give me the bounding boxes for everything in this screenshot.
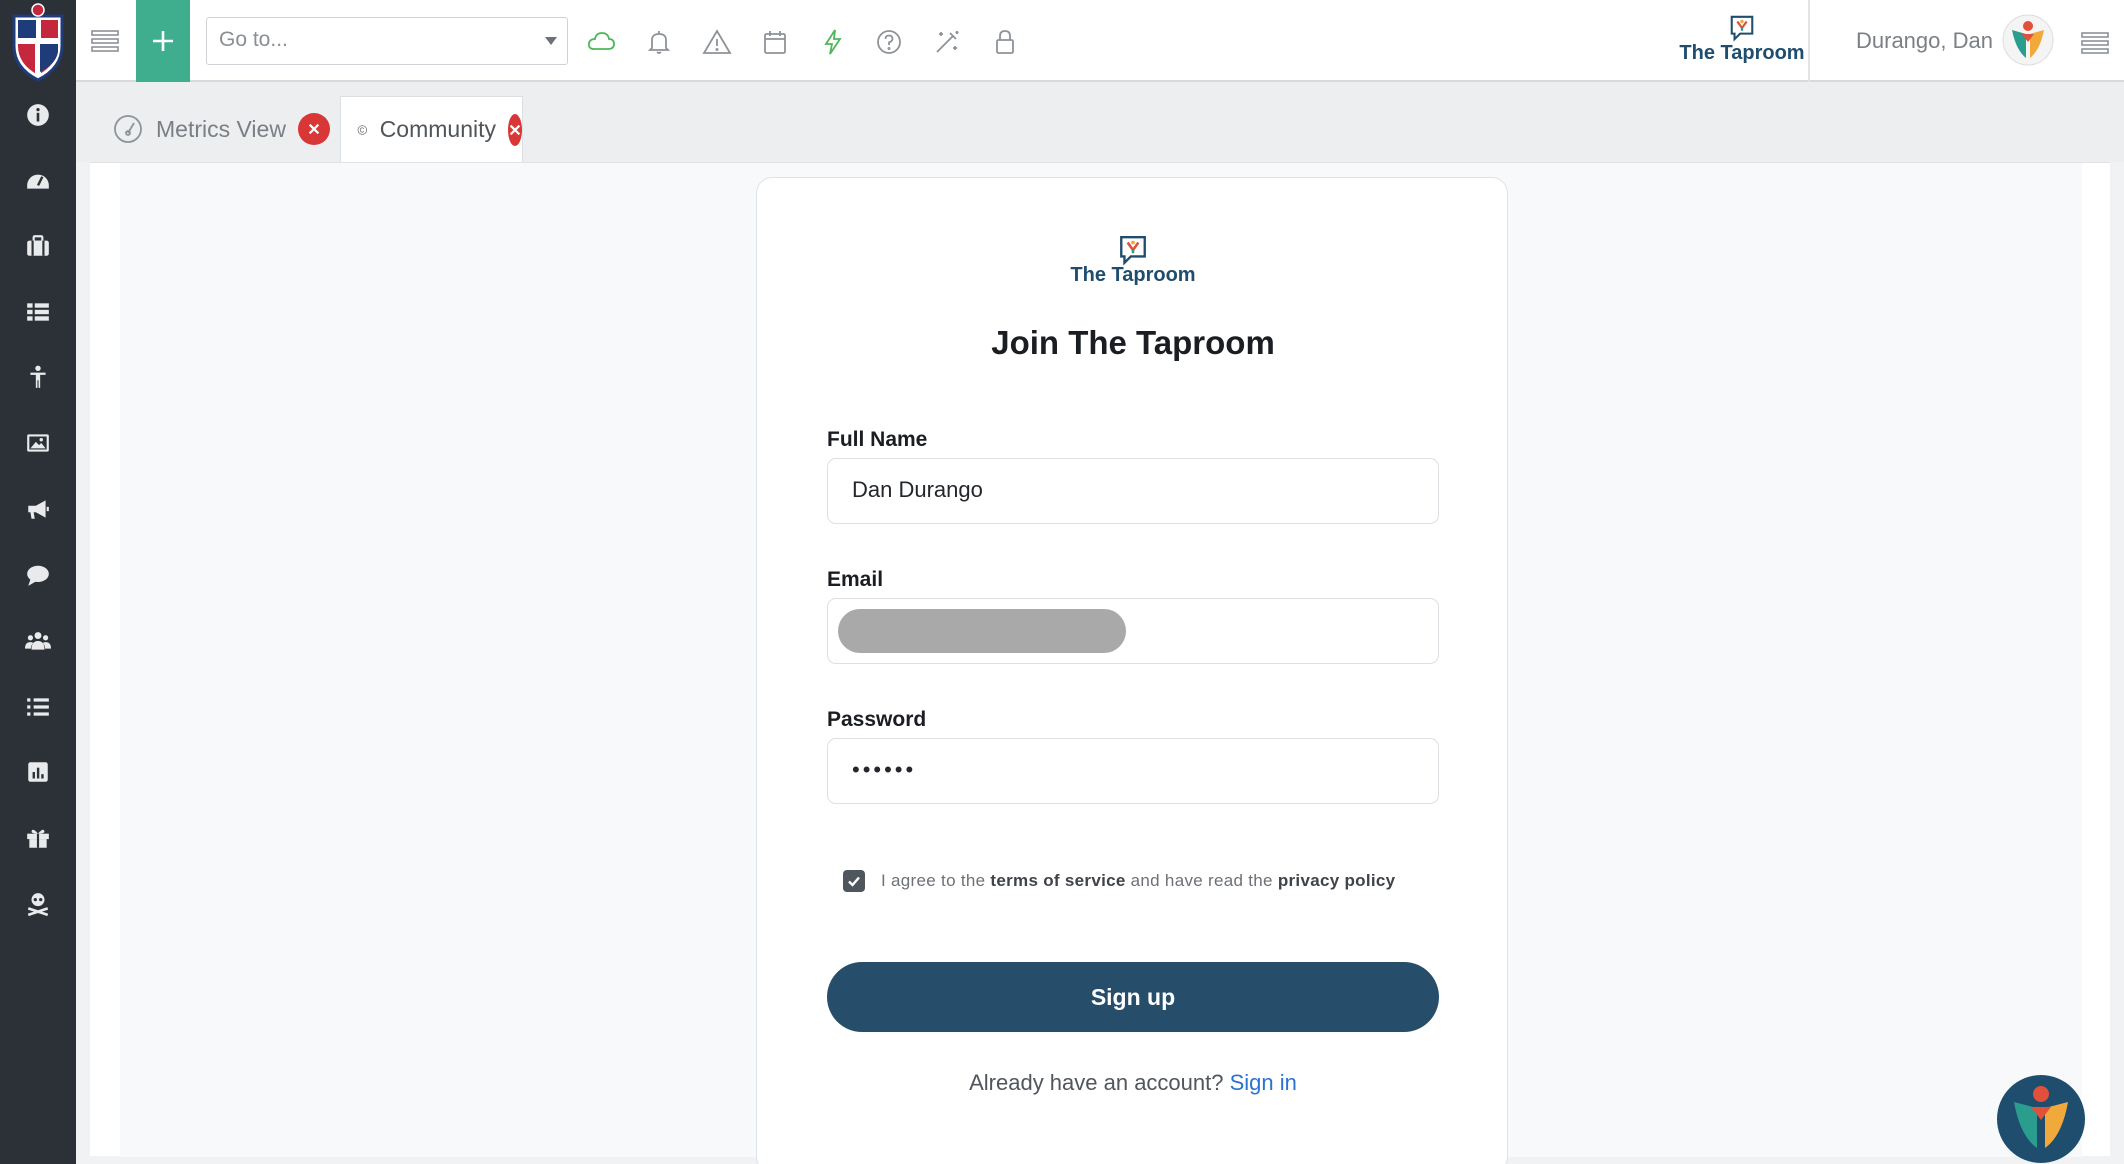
password-input[interactable] [852,739,1432,801]
tab-label: Community [379,116,496,142]
menu-icon[interactable] [90,26,120,56]
password-label: Password [827,708,927,731]
taproom-logo-icon [1730,15,1754,42]
cloud-icon [587,32,615,50]
chat-icon [27,565,49,586]
copyright-icon [357,124,367,135]
taproom-logo-icon [1120,236,1146,266]
skull-icon [27,893,49,917]
brand-logo-top[interactable]: The Taproom [1672,14,1812,70]
close-icon [509,124,521,135]
bar-chart-icon [28,762,48,782]
sign-up-button[interactable]: Sign up [827,962,1439,1032]
close-icon [308,123,320,135]
full-name-label: Full Name [827,428,928,451]
lightning-icon [824,29,842,55]
content-area: The Taproom Join The Taproom Full Name E… [90,162,2110,1164]
full-name-field[interactable] [827,458,1439,524]
add-button[interactable] [136,0,190,82]
megaphone-icon [28,500,49,519]
sidebar-item-danger[interactable] [0,879,76,929]
plus-icon [153,31,173,51]
sidebar-item-reports[interactable] [0,747,76,797]
sidebar-item-chat[interactable] [0,550,76,600]
calendar-button[interactable] [758,26,792,58]
help-icon [877,30,901,54]
calendar-icon [764,31,786,54]
checklist-icon [27,698,49,716]
person-icon [30,365,46,388]
sidebar-item-announcements[interactable] [0,484,76,534]
sidebar-item-info[interactable] [0,90,76,140]
floating-chat-avatar[interactable] [1996,1074,2086,1164]
sidebar-item-briefcase[interactable] [0,221,76,271]
alerts-button[interactable] [700,26,734,58]
terms-agreement: I agree to the terms of service and have… [843,870,1395,892]
lock-button[interactable] [988,26,1022,58]
sidebar-item-images[interactable] [0,418,76,468]
decorative-arc [676,82,1476,162]
sidebar-item-rewards[interactable] [0,813,76,863]
agree-prefix: I agree to the [881,871,991,890]
password-field[interactable] [827,738,1439,804]
terms-link[interactable]: terms of service [990,871,1125,890]
briefcase-icon [27,235,49,256]
gauge-icon [114,115,142,143]
sidebar-item-list-view[interactable] [0,287,76,337]
page-title: Join The Taproom [991,324,1275,361]
tab-label: Metrics View [156,115,286,142]
tab-community[interactable]: Community [340,96,523,162]
user-name[interactable]: Durango, Dan [1856,28,1993,54]
signup-card: The Taproom Join The Taproom Full Name E… [756,177,1508,1164]
top-bar-divider [1808,0,1810,82]
dashboard-icon [27,174,49,189]
close-tab-button[interactable] [297,113,330,145]
close-tab-button[interactable] [508,113,522,146]
already-text: Already have an account? [969,1070,1224,1095]
brand-name: The Taproom [1679,42,1805,64]
avatar[interactable] [2002,14,2054,66]
community-page: The Taproom Join The Taproom Full Name E… [120,163,2082,1164]
agree-middle: and have read the [1125,871,1278,890]
email-label: Email [827,568,884,591]
tab-bar: Metrics View Community [76,82,2124,162]
goto-search[interactable] [206,17,568,65]
checkmark-icon [848,876,860,887]
menu-icon[interactable] [2080,28,2110,58]
redacted-email [838,609,1126,653]
email-field[interactable] [827,598,1439,664]
sign-in-link[interactable]: Sign in [1230,1070,1297,1095]
gift-icon [27,829,49,848]
activity-button[interactable] [816,26,850,58]
goto-input[interactable] [219,18,519,62]
agree-text: I agree to the terms of service and have… [881,871,1395,891]
top-bar: The Taproom Durango, Dan [76,0,2124,82]
left-sidebar [0,0,76,1164]
group-icon [25,632,51,650]
sign-in-prompt: Already have an account? Sign in [757,1070,1509,1096]
list-view-icon [27,303,49,321]
brand-name: The Taproom [1070,264,1196,286]
agree-checkbox[interactable] [843,870,865,892]
bell-icon [647,31,671,54]
tab-metrics-view[interactable]: Metrics View [76,96,340,162]
school-crest-logo[interactable] [8,2,68,82]
cloud-button[interactable] [584,26,618,58]
sidebar-item-dashboard[interactable] [0,155,76,205]
sidebar-item-checklist[interactable] [0,682,76,732]
full-name-input[interactable] [852,459,1432,521]
lock-icon [996,30,1014,54]
help-button[interactable] [872,26,906,58]
sidebar-item-groups[interactable] [0,616,76,666]
chevron-down-icon[interactable] [545,37,557,45]
magic-wand-icon [936,31,959,53]
image-icon [27,434,49,452]
warning-icon [702,29,732,54]
privacy-link[interactable]: privacy policy [1278,871,1396,890]
sidebar-item-person[interactable] [0,352,76,402]
info-icon [27,104,49,126]
brand-logo: The Taproom [1067,234,1199,292]
magic-button[interactable] [930,26,964,58]
notifications-button[interactable] [642,26,676,58]
